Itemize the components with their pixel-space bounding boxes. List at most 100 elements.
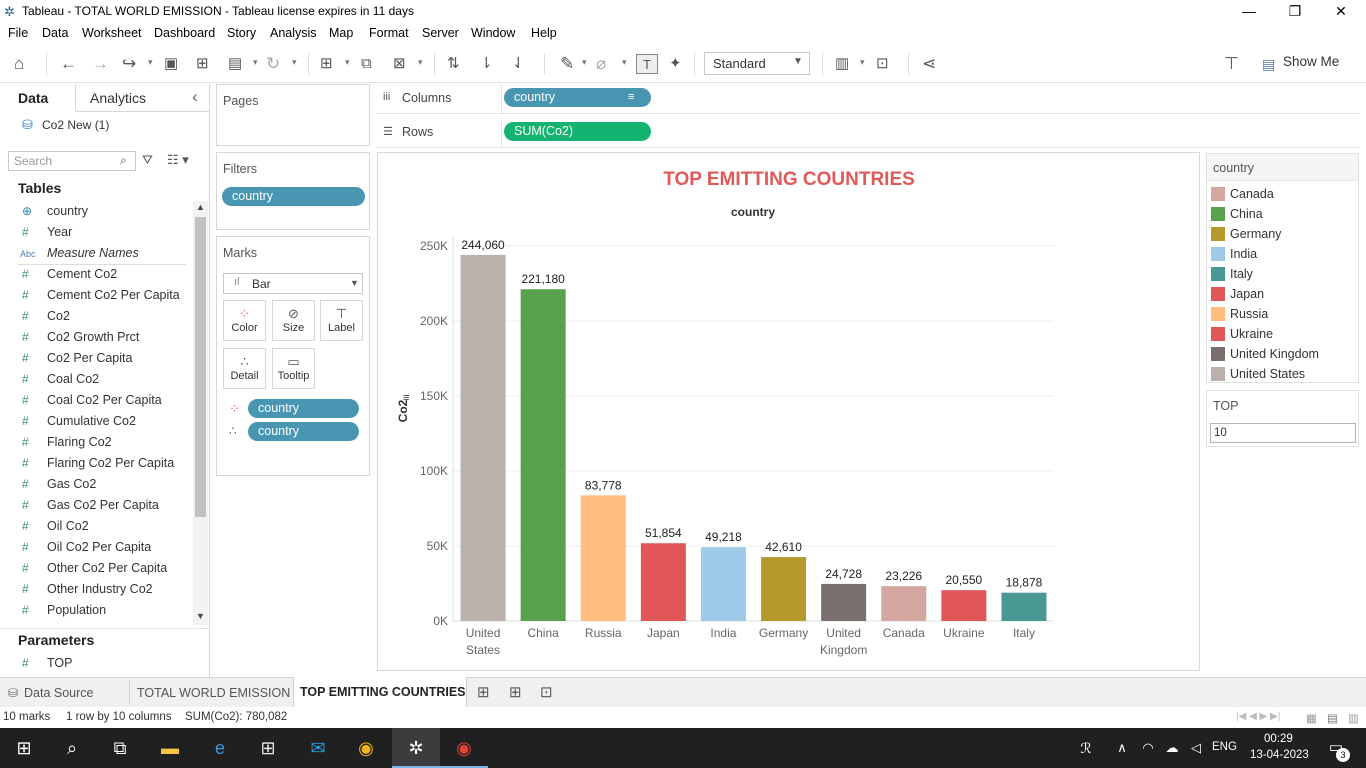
show-sheet-sorter-icon[interactable]: ▦ xyxy=(1306,711,1317,725)
share-icon[interactable]: ⋖ xyxy=(922,54,936,74)
mail-icon[interactable]: ✉ xyxy=(294,728,342,768)
bar[interactable] xyxy=(821,583,867,621)
chevron-down-icon[interactable]: ▾ xyxy=(418,57,423,68)
onedrive-icon[interactable]: ☁ xyxy=(1160,728,1184,768)
legend-item[interactable]: Germany xyxy=(1211,224,1356,244)
duplicate-sheet-icon[interactable]: ⧉ xyxy=(361,54,372,74)
scroll-up-icon[interactable]: ▲ xyxy=(196,202,205,212)
field-item[interactable]: # Oil Co2 Per Capita xyxy=(0,537,192,558)
tab-analytics[interactable]: Analytics xyxy=(90,90,146,106)
chevron-down-icon[interactable]: ▾ xyxy=(860,57,865,68)
data-source-tab[interactable]: Data Source xyxy=(24,686,93,700)
filter-icon[interactable]: ⛛ xyxy=(142,152,153,168)
swap-rows-columns-icon[interactable]: ⇅ xyxy=(447,54,460,74)
bar[interactable] xyxy=(640,543,686,621)
sort-ascending-icon[interactable]: ⇂ xyxy=(480,54,493,74)
menu-help[interactable]: Help xyxy=(531,26,557,40)
show-me-button[interactable]: Show Me xyxy=(1283,54,1339,69)
sort-descending-icon[interactable]: ⇃ xyxy=(512,54,525,74)
legend-item[interactable]: Ukraine xyxy=(1211,324,1356,344)
new-worksheet-icon[interactable]: ⊞ xyxy=(477,683,490,701)
detail-button[interactable]: ∴ Detail xyxy=(223,348,266,389)
windows-start-icon[interactable]: ⊞ xyxy=(0,728,48,768)
search-icon[interactable]: ⌕ xyxy=(48,728,96,768)
tableau-taskbar-icon[interactable]: ✲ xyxy=(392,728,440,768)
close-button[interactable]: ✕ xyxy=(1318,0,1364,23)
datasource-name[interactable]: Co2 New (1) xyxy=(42,118,109,132)
field-item[interactable]: # Co2 Growth Prct xyxy=(0,327,192,348)
chevron-down-icon[interactable]: ▾ xyxy=(148,57,153,68)
field-item[interactable]: # Cement Co2 xyxy=(0,264,192,285)
rows-shelf[interactable]: ☰ Rows SUM(Co2) xyxy=(376,118,1360,148)
legend-item[interactable]: Russia xyxy=(1211,304,1356,324)
highlight-icon[interactable]: ✎ xyxy=(560,54,574,74)
menu-data[interactable]: Data xyxy=(42,26,68,40)
marks-color-pill[interactable]: country xyxy=(248,399,359,418)
presentation-mode-icon[interactable]: ⊡ xyxy=(876,54,889,74)
field-item[interactable]: # Gas Co2 Per Capita xyxy=(0,495,192,516)
undo-icon[interactable]: ← xyxy=(60,54,77,74)
new-dashboard-icon[interactable]: ⊞ xyxy=(509,683,522,701)
field-item[interactable]: # Co2 xyxy=(0,306,192,327)
pages-card[interactable]: Pages xyxy=(216,84,370,146)
field-item[interactable]: # Population xyxy=(0,600,192,621)
edge-icon[interactable]: e xyxy=(196,728,244,768)
language-indicator[interactable]: ENG xyxy=(1212,741,1237,753)
bar[interactable] xyxy=(941,590,987,621)
legend-item[interactable]: China xyxy=(1211,204,1356,224)
field-item[interactable]: # Flaring Co2 Per Capita xyxy=(0,453,192,474)
new-worksheet-icon[interactable]: ⊞ xyxy=(320,54,333,74)
menu-dashboard[interactable]: Dashboard xyxy=(154,26,215,40)
tooltip-button[interactable]: ▭ Tooltip xyxy=(272,348,315,389)
tab-data[interactable]: Data xyxy=(0,84,76,112)
chrome-icon[interactable]: ◉ xyxy=(342,728,390,768)
bar[interactable] xyxy=(1001,592,1047,621)
new-story-icon[interactable]: ⊡ xyxy=(540,683,553,701)
show-hidden-icons-icon[interactable]: ∧ xyxy=(1110,728,1134,768)
field-item[interactable]: # Co2 Per Capita xyxy=(0,348,192,369)
chevron-down-icon[interactable]: ▾ xyxy=(253,57,258,68)
network-icon[interactable]: ◠ xyxy=(1136,728,1160,768)
minimize-button[interactable]: — xyxy=(1226,0,1272,23)
menu-worksheet[interactable]: Worksheet xyxy=(82,26,142,40)
columns-shelf[interactable]: iii Columns country ≡ xyxy=(376,84,1360,114)
show-cards-icon[interactable]: ▥ xyxy=(835,54,849,74)
legend-item[interactable]: United Kingdom xyxy=(1211,344,1356,364)
sheet-tab-top-emitting-countries[interactable]: TOP EMITTING COUNTRIES xyxy=(293,677,467,707)
color-button[interactable]: ⁘ Color xyxy=(223,300,266,341)
bar[interactable] xyxy=(761,557,807,621)
menu-analysis[interactable]: Analysis xyxy=(270,26,317,40)
columns-pill-country[interactable]: country ≡ xyxy=(504,88,651,107)
legend-item[interactable]: United States xyxy=(1211,364,1356,384)
refresh-icon[interactable]: ↻ xyxy=(266,54,280,74)
field-item[interactable]: # Flaring Co2 xyxy=(0,432,192,453)
bar[interactable] xyxy=(460,254,506,621)
chevron-down-icon[interactable]: ▾ xyxy=(292,57,297,68)
field-item[interactable]: # Gas Co2 xyxy=(0,474,192,495)
filters-card[interactable]: Filters country xyxy=(216,152,370,230)
menu-file[interactable]: File xyxy=(8,26,28,40)
save-icon[interactable]: ▣ xyxy=(164,54,178,74)
notifications-icon[interactable]: ▭ xyxy=(1316,728,1356,768)
filter-pill-country[interactable]: country xyxy=(222,187,365,206)
top-parameter-input[interactable]: 10 xyxy=(1210,423,1356,443)
legend-item[interactable]: Canada xyxy=(1211,184,1356,204)
store-icon[interactable]: ⊞ xyxy=(244,728,292,768)
clock-time[interactable]: 00:29 xyxy=(1264,733,1293,745)
marks-detail-pill[interactable]: country xyxy=(248,422,359,441)
pause-updates-icon[interactable]: ▤ xyxy=(228,54,242,74)
file-explorer-icon[interactable]: ▬ xyxy=(146,728,194,768)
chevron-down-icon[interactable]: ▾ xyxy=(622,57,627,68)
size-button[interactable]: ⊘ Size xyxy=(272,300,315,341)
menu-format[interactable]: Format xyxy=(369,26,409,40)
menu-story[interactable]: Story xyxy=(227,26,256,40)
home-icon[interactable]: ⌂ xyxy=(14,54,24,74)
replace-data-source-icon[interactable]: ↪ xyxy=(122,54,136,74)
sheet-navigation-icon[interactable]: |◀ ◀ ▶ ▶| xyxy=(1236,711,1280,722)
pin-axes-icon[interactable]: ✦ xyxy=(669,54,682,74)
new-data-source-icon[interactable]: ⊞ xyxy=(196,54,209,74)
field-item[interactable]: # Year xyxy=(0,222,192,243)
people-icon[interactable]: ℛ xyxy=(1062,728,1110,768)
show-filmstrip-icon[interactable]: ▤ xyxy=(1327,711,1338,725)
label-button[interactable]: ⊤ Label xyxy=(320,300,363,341)
